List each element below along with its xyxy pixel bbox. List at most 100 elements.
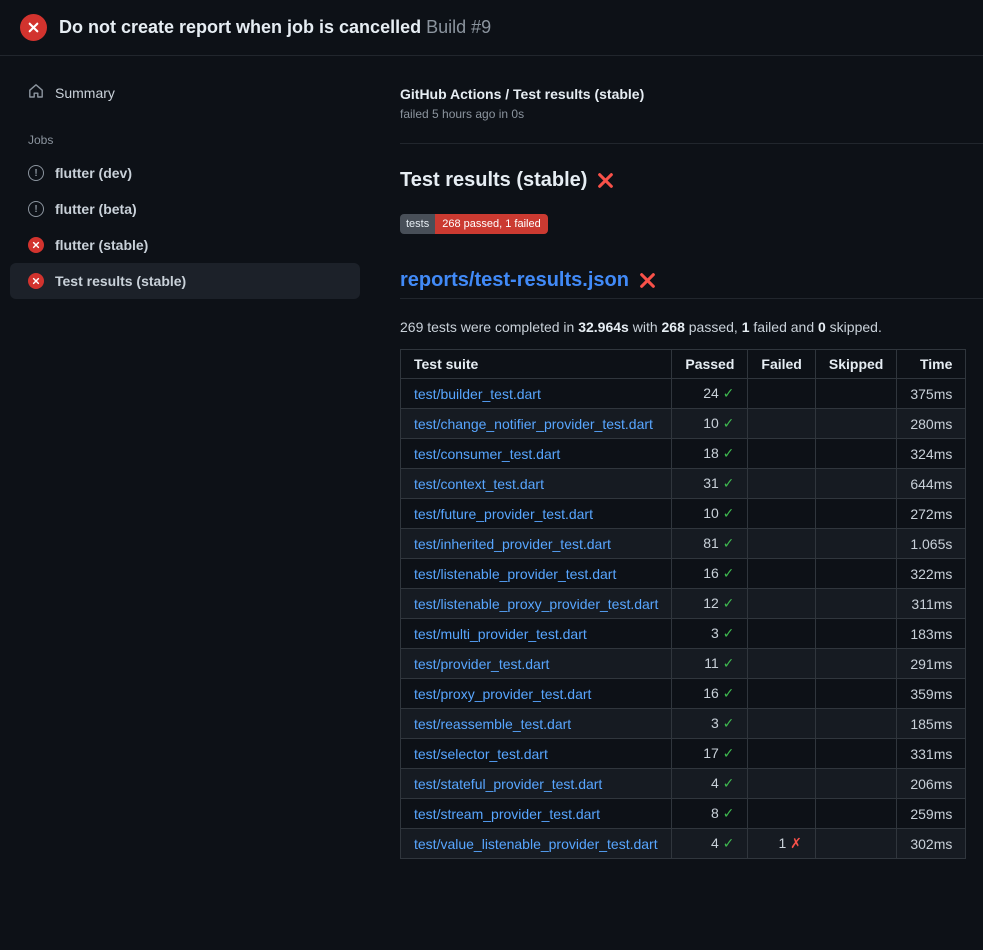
suite-cell: test/multi_provider_test.dart <box>401 619 672 649</box>
failed-cell <box>748 499 815 529</box>
suite-cell: test/consumer_test.dart <box>401 439 672 469</box>
table-row: test/builder_test.dart24 ✓375ms <box>401 379 966 409</box>
table-row: test/reassemble_test.dart 3 ✓ 185ms <box>401 709 966 739</box>
sidebar-item-summary[interactable]: Summary <box>10 74 360 111</box>
skipped-cell <box>815 649 896 679</box>
passed-cell: 3 ✓ <box>672 709 748 739</box>
skipped-cell <box>815 379 896 409</box>
sidebar-jobs: !flutter (dev)!flutter (beta)flutter (st… <box>10 155 360 299</box>
neutral-circle-icon: ! <box>28 201 44 217</box>
time-cell: 1.065s <box>897 529 966 559</box>
passed-cell: 81 ✓ <box>672 529 748 559</box>
badge-label: tests <box>400 214 435 234</box>
skipped-cell <box>815 409 896 439</box>
failed-cell <box>748 379 815 409</box>
check-icon: ✓ <box>723 805 735 821</box>
time-cell: 291ms <box>897 649 966 679</box>
passed-cell: 4 ✓ <box>672 769 748 799</box>
suite-link[interactable]: test/future_provider_test.dart <box>414 506 593 522</box>
suite-link[interactable]: test/reassemble_test.dart <box>414 716 571 732</box>
home-icon <box>28 83 44 102</box>
sidebar-item-flutter-dev[interactable]: !flutter (dev) <box>10 155 360 191</box>
suite-link[interactable]: test/stream_provider_test.dart <box>414 806 600 822</box>
failed-cell <box>748 529 815 559</box>
table-row: test/stream_provider_test.dart 8 ✓ 259ms <box>401 799 966 829</box>
suite-link[interactable]: test/builder_test.dart <box>414 386 541 402</box>
sidebar-item-flutter-beta[interactable]: !flutter (beta) <box>10 191 360 227</box>
passed-cell: 10 ✓ <box>672 409 748 439</box>
table-row: test/provider_test.dart11 ✓291ms <box>401 649 966 679</box>
suite-link[interactable]: test/stateful_provider_test.dart <box>414 776 602 792</box>
results-table-body: test/builder_test.dart24 ✓375mstest/chan… <box>401 379 966 859</box>
check-icon: ✓ <box>723 565 735 581</box>
suite-link[interactable]: test/consumer_test.dart <box>414 446 560 462</box>
suite-cell: test/listenable_provider_test.dart <box>401 559 672 589</box>
suite-cell: test/builder_test.dart <box>401 379 672 409</box>
sidebar-summary-label: Summary <box>55 85 115 101</box>
suite-cell: test/change_notifier_provider_test.dart <box>401 409 672 439</box>
suite-link[interactable]: test/selector_test.dart <box>414 746 548 762</box>
time-cell: 359ms <box>897 679 966 709</box>
failed-cell <box>748 649 815 679</box>
suite-cell: test/context_test.dart <box>401 469 672 499</box>
suite-link[interactable]: test/inherited_provider_test.dart <box>414 536 611 552</box>
suite-link[interactable]: test/multi_provider_test.dart <box>414 626 587 642</box>
page-title: Do not create report when job is cancell… <box>59 17 491 38</box>
suite-link[interactable]: test/proxy_provider_test.dart <box>414 686 591 702</box>
sidebar-item-flutter-stable[interactable]: flutter (stable) <box>10 227 360 263</box>
suite-link[interactable]: test/context_test.dart <box>414 476 544 492</box>
suite-cell: test/proxy_provider_test.dart <box>401 679 672 709</box>
skipped-cell <box>815 469 896 499</box>
sidebar-item-test-results-stable[interactable]: Test results (stable) <box>10 263 360 299</box>
check-icon: ✓ <box>723 535 735 551</box>
skipped-cell <box>815 589 896 619</box>
table-header-row: Test suite Passed Failed Skipped Time <box>401 350 966 379</box>
table-row: test/listenable_proxy_provider_test.dart… <box>401 589 966 619</box>
suite-link[interactable]: test/listenable_provider_test.dart <box>414 566 616 582</box>
breadcrumb: GitHub Actions / Test results (stable) <box>400 86 983 102</box>
suite-link[interactable]: test/listenable_proxy_provider_test.dart <box>414 596 658 612</box>
check-icon: ✓ <box>723 655 735 671</box>
x-icon: ✗ <box>790 835 802 851</box>
skipped-cell <box>815 709 896 739</box>
time-cell: 206ms <box>897 769 966 799</box>
summary-skipped-count: 0 <box>818 319 826 335</box>
suite-cell: test/stateful_provider_test.dart <box>401 769 672 799</box>
col-passed: Passed <box>672 350 748 379</box>
table-row: test/selector_test.dart17 ✓331ms <box>401 739 966 769</box>
table-row: test/listenable_provider_test.dart16 ✓32… <box>401 559 966 589</box>
passed-cell: 8 ✓ <box>672 799 748 829</box>
time-cell: 259ms <box>897 799 966 829</box>
summary-duration: 32.964s <box>578 319 629 335</box>
failed-cell <box>748 559 815 589</box>
suite-link[interactable]: test/value_listenable_provider_test.dart <box>414 836 658 852</box>
time-cell: 185ms <box>897 709 966 739</box>
summary-failed-count: 1 <box>742 319 750 335</box>
passed-cell: 10 ✓ <box>672 499 748 529</box>
table-row: test/change_notifier_provider_test.dart 1… <box>401 409 966 439</box>
suite-link[interactable]: test/provider_test.dart <box>414 656 549 672</box>
skipped-cell <box>815 679 896 709</box>
report-link[interactable]: reports/test-results.json <box>400 268 629 292</box>
col-skipped: Skipped <box>815 350 896 379</box>
time-cell: 280ms <box>897 409 966 439</box>
passed-cell: 12 ✓ <box>672 589 748 619</box>
suite-cell: test/reassemble_test.dart <box>401 709 672 739</box>
passed-cell: 18 ✓ <box>672 439 748 469</box>
suite-cell: test/future_provider_test.dart <box>401 499 672 529</box>
suite-cell: test/listenable_proxy_provider_test.dart <box>401 589 672 619</box>
report-title-row: reports/test-results.json <box>400 268 983 299</box>
sidebar-item-label: flutter (dev) <box>55 165 132 181</box>
results-table: Test suite Passed Failed Skipped Time te… <box>400 349 966 859</box>
check-icon: ✓ <box>723 445 735 461</box>
failed-cell <box>748 709 815 739</box>
check-icon: ✓ <box>723 415 735 431</box>
passed-cell: 16 ✓ <box>672 559 748 589</box>
skipped-cell <box>815 559 896 589</box>
check-icon: ✓ <box>723 625 735 641</box>
col-time: Time <box>897 350 966 379</box>
table-row: test/context_test.dart31 ✓644ms <box>401 469 966 499</box>
suite-link[interactable]: test/change_notifier_provider_test.dart <box>414 416 653 432</box>
check-icon: ✓ <box>723 505 735 521</box>
skipped-cell <box>815 529 896 559</box>
